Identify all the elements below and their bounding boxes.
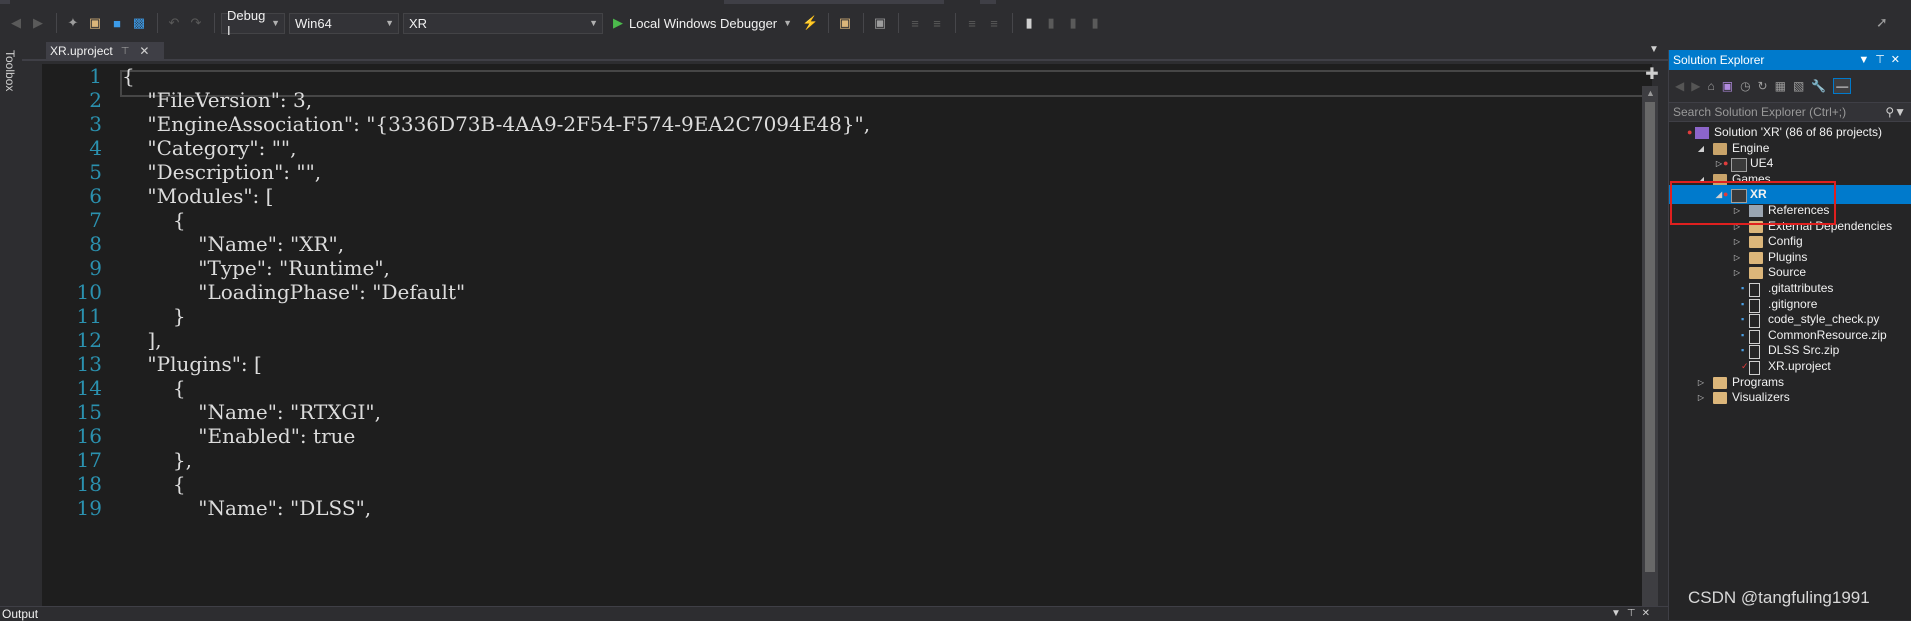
platform-value: Win64	[295, 15, 332, 31]
collapsed-arrow-icon[interactable]: ▷	[1695, 388, 1707, 407]
switch-views-icon[interactable]: ▣	[1722, 79, 1733, 93]
main-toolbar: ◀ ▶ ✦ ▣ ■ ▩ ↶ ↷ Debug I ▼ Win64 ▼ XR ▼ ▶…	[0, 4, 1911, 42]
folder-open-icon	[1713, 142, 1727, 155]
folder-icon	[1749, 220, 1763, 233]
folder-icon	[1713, 392, 1727, 405]
references-icon	[1749, 205, 1763, 217]
show-all-files-icon[interactable]: ▧	[1793, 79, 1804, 93]
editor-scrollbar[interactable]: ▲	[1642, 86, 1658, 612]
clear-bookmarks-icon[interactable]: ▮	[1085, 13, 1105, 33]
bookmark-icon[interactable]: ▮	[1019, 13, 1039, 33]
tab-xr-uproject[interactable]: XR.uproject ⊤ ✕	[46, 42, 164, 60]
next-bookmark-icon[interactable]: ▮	[1063, 13, 1083, 33]
line-number-gutter: 1 2 3 4 5 6 7 8 9 10 11 12 13 14 15 16 17 18 19	[42, 64, 114, 612]
toolbox-tab[interactable]: Toolbox	[3, 50, 17, 91]
outdent-icon[interactable]: ≡	[927, 13, 947, 33]
save-icon[interactable]: ■	[107, 13, 127, 33]
collapse-all-icon[interactable]: ▦	[1775, 79, 1786, 93]
find-in-files-icon[interactable]: ▣	[835, 13, 855, 33]
folder-icon	[1749, 236, 1763, 249]
uncomment-icon[interactable]: ≡	[984, 13, 1004, 33]
panel-window-buttons[interactable]: ▼⊤✕	[1858, 50, 1906, 70]
code-line[interactable]: "Name": "DLSS",	[122, 494, 371, 523]
search-icon[interactable]: ⚲▼	[1885, 103, 1906, 121]
chevron-down-icon: ▼	[589, 18, 598, 28]
screenshot-icon[interactable]: ▣	[870, 13, 890, 33]
configuration-dropdown[interactable]: Debug I ▼	[221, 8, 285, 38]
scroll-up-icon[interactable]: ▲	[1646, 88, 1655, 98]
document-tab-row: XR.uproject ⊤ ✕ ▼	[22, 42, 1668, 60]
home-icon[interactable]: ⌂	[1707, 79, 1714, 93]
startup-project-dropdown[interactable]: XR ▼	[403, 12, 603, 34]
tab-overflow-icon[interactable]: ▼	[1649, 44, 1659, 55]
start-debugging-button[interactable]: ▶ Local Windows Debugger ▼	[613, 15, 792, 31]
solution-icon	[1695, 127, 1709, 139]
live-share-icon[interactable]: ➚	[1876, 14, 1888, 31]
chevron-down-icon: ▼	[385, 18, 394, 28]
split-editor-icon[interactable]: ✚	[1642, 64, 1662, 84]
tree-item-label: Visualizers	[1732, 390, 1790, 405]
save-all-icon[interactable]: ▩	[129, 13, 149, 33]
play-icon: ▶	[613, 15, 623, 30]
output-title[interactable]: Output	[2, 607, 38, 621]
platform-dropdown[interactable]: Win64 ▼	[289, 12, 399, 34]
redo-icon[interactable]: ↷	[186, 13, 206, 33]
solution-explorer: Solution Explorer ▼⊤✕ ◀ ▶ ⌂ ▣ ◷ ↻ ▦ ▧ 🔧 …	[1668, 50, 1911, 620]
panel-title: Solution Explorer	[1673, 53, 1765, 67]
search-placeholder: Search Solution Explorer (Ctrl+;)	[1673, 105, 1847, 119]
startup-project-value: XR	[409, 15, 428, 31]
sync-icon[interactable]: ↻	[1758, 79, 1768, 93]
configuration-value: Debug I	[227, 8, 266, 38]
folder-icon	[1713, 376, 1727, 389]
watermark: CSDN @tangfuling1991	[1688, 588, 1870, 607]
back-icon[interactable]: ◀	[1675, 79, 1684, 93]
forward-icon[interactable]: ▶	[1691, 79, 1700, 93]
prev-bookmark-icon[interactable]: ▮	[1041, 13, 1061, 33]
chevron-down-icon: ▼	[271, 18, 280, 28]
line-number: 19	[76, 496, 102, 520]
back-icon[interactable]: ◀	[6, 13, 26, 33]
solution-explorer-title: Solution Explorer ▼⊤✕	[1669, 50, 1911, 70]
pin-icon[interactable]: ⊤	[121, 46, 130, 57]
properties-icon[interactable]: 🔧	[1811, 79, 1826, 93]
close-icon[interactable]: ✕	[139, 44, 149, 58]
undo-icon[interactable]: ↶	[164, 13, 184, 33]
output-window-buttons[interactable]: ▼⊤✕	[1611, 607, 1656, 621]
current-line-highlight	[120, 70, 1652, 97]
tab-title: XR.uproject	[50, 44, 113, 58]
pending-changes-icon[interactable]: ◷	[1740, 79, 1750, 93]
code-editor[interactable]: 1 2 3 4 5 6 7 8 9 10 11 12 13 14 15 16 17 18 19 { "FileVer…	[42, 64, 1652, 612]
hot-reload-icon[interactable]: ⚡	[800, 13, 820, 33]
open-file-icon[interactable]: ▣	[85, 13, 105, 33]
preview-icon[interactable]: —	[1833, 78, 1852, 94]
solution-explorer-toolbar: ◀ ▶ ⌂ ▣ ◷ ↻ ▦ ▧ 🔧 —	[1669, 70, 1911, 102]
tab-underline	[22, 59, 1668, 61]
folder-icon	[1749, 267, 1763, 280]
indent-icon[interactable]: ≡	[905, 13, 925, 33]
folder-icon	[1749, 251, 1763, 264]
tree-item[interactable]: ▷ Visualizers	[1669, 388, 1911, 407]
output-panel-header: Output ▼⊤✕	[0, 606, 1668, 621]
debugger-label: Local Windows Debugger	[629, 15, 778, 31]
chevron-down-icon: ▼	[783, 18, 793, 28]
new-project-icon[interactable]: ✦	[63, 13, 83, 33]
scrollbar-thumb[interactable]	[1645, 102, 1655, 572]
folder-open-icon	[1713, 173, 1727, 186]
solution-search-input[interactable]: Search Solution Explorer (Ctrl+;) ⚲▼	[1669, 102, 1911, 122]
comment-icon[interactable]: ≡	[962, 13, 982, 33]
forward-icon[interactable]: ▶	[28, 13, 48, 33]
toolbox-strip	[0, 42, 22, 612]
